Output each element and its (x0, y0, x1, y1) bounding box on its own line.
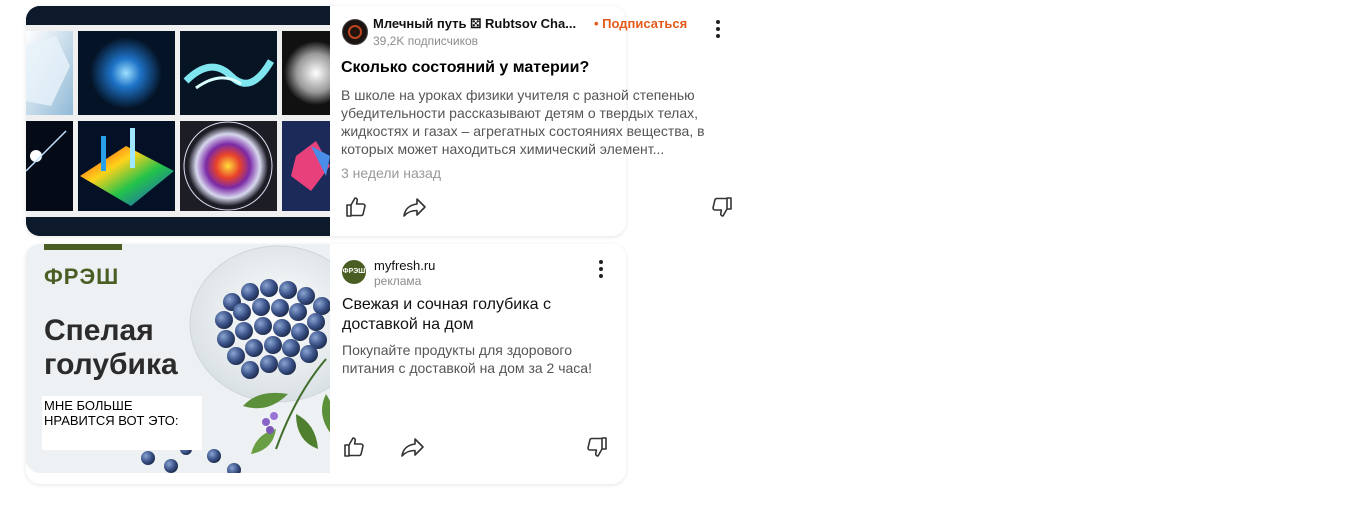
ad-headline-line1: Спелая (44, 314, 154, 347)
article-title[interactable]: Сколько состояний у материи? (341, 59, 589, 77)
ad-headline-line2: голубика (44, 348, 178, 381)
dislike-icon[interactable] (710, 195, 734, 219)
ad-title[interactable]: Свежая и сочная голубика с доставкой на … (342, 295, 552, 335)
ad-overlay-text: МНЕ БОЛЬШЕ НРАВИТСЯ ВОТ ЭТО: (42, 396, 202, 450)
article-thumbnail[interactable] (26, 6, 330, 236)
article-description[interactable]: В школе на уроках физики учителя с разно… (341, 86, 716, 158)
feed-card-ad[interactable]: ФРЭШ Спелая голубика МНЕ БОЛЬШЕ НРАВИТСЯ… (26, 244, 626, 484)
channel-avatar[interactable] (342, 19, 368, 45)
more-icon[interactable] (715, 20, 721, 40)
advertiser-logo-icon: ФРЭШ (342, 268, 366, 275)
more-icon[interactable] (598, 260, 604, 280)
ad-description[interactable]: Покупайте продукты для здорового питания… (342, 341, 612, 377)
ad-image[interactable]: ФРЭШ Спелая голубика МНЕ БОЛЬШЕ НРАВИТСЯ… (26, 244, 330, 473)
feed-card-article[interactable]: Млечный путь ⚄ Rubtsov Cha... • Подписат… (26, 6, 732, 236)
subscriber-count: 39,2K подписчиков (373, 34, 479, 48)
channel-name[interactable]: Млечный путь ⚄ Rubtsov Cha... (373, 16, 576, 32)
advertiser-name[interactable]: myfresh.ru (374, 258, 435, 273)
dislike-icon[interactable] (585, 435, 609, 459)
advertiser-avatar[interactable]: ФРЭШ (342, 260, 366, 284)
like-icon[interactable] (342, 435, 366, 459)
article-time: 3 недели назад (341, 165, 441, 181)
galaxy-icon (348, 25, 362, 39)
share-icon[interactable] (400, 435, 426, 459)
ad-label: реклама (374, 274, 422, 288)
subscribe-button[interactable]: • Подписаться (594, 16, 687, 31)
share-icon[interactable] (402, 195, 428, 219)
ad-brand-logo: ФРЭШ (44, 264, 120, 289)
thumbnail-image (26, 6, 330, 236)
like-icon[interactable] (344, 195, 368, 219)
